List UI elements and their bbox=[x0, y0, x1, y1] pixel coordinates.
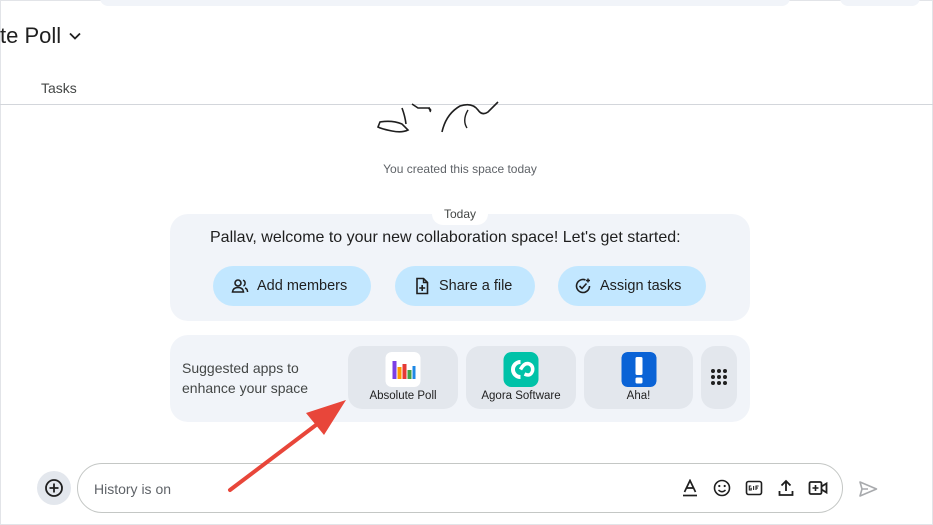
format-text-icon bbox=[683, 479, 697, 497]
welcome-message: Pallav, welcome to your new collaboratio… bbox=[210, 229, 681, 246]
app-name-absolute-poll: Absolute Poll bbox=[369, 390, 437, 402]
chevron-down-icon bbox=[69, 32, 81, 40]
top-search-strip bbox=[100, 0, 790, 6]
video-meeting-icon bbox=[808, 481, 828, 495]
assign-tasks-icon bbox=[574, 277, 592, 295]
add-circle-icon bbox=[45, 479, 63, 497]
emoji-icon bbox=[713, 479, 731, 497]
top-right-strip bbox=[840, 0, 920, 6]
add-members-icon bbox=[231, 277, 249, 295]
agora-logo bbox=[503, 352, 539, 387]
format-text-button[interactable] bbox=[679, 477, 701, 499]
message-input[interactable] bbox=[94, 479, 654, 499]
app-tile-absolute-poll[interactable]: Absolute Poll bbox=[348, 346, 458, 409]
add-members-button[interactable]: Add members bbox=[213, 266, 371, 306]
app-name-aha: Aha! bbox=[626, 390, 651, 402]
space-title-text: te Poll bbox=[0, 23, 62, 48]
space-title[interactable]: te Poll bbox=[0, 22, 81, 50]
app-name-agora-software: Agora Software bbox=[481, 390, 561, 402]
space-created-text: You created this space today bbox=[383, 162, 537, 176]
bar-chart-logo bbox=[385, 352, 421, 387]
assign-tasks-label: Assign tasks bbox=[600, 278, 682, 294]
share-file-icon bbox=[413, 277, 431, 295]
upload-button[interactable] bbox=[775, 477, 797, 499]
upload-icon bbox=[778, 479, 794, 496]
video-meeting-button[interactable] bbox=[807, 477, 829, 499]
gif-icon bbox=[745, 480, 763, 496]
share-file-button[interactable]: Share a file bbox=[395, 266, 535, 306]
app-tile-aha[interactable]: Aha! bbox=[584, 346, 693, 409]
more-apps-button[interactable] bbox=[701, 346, 737, 409]
gif-button[interactable] bbox=[743, 477, 765, 499]
add-members-label: Add members bbox=[257, 278, 348, 294]
tab-tasks[interactable]: Tasks bbox=[41, 80, 77, 96]
date-divider: Today bbox=[432, 203, 488, 225]
send-icon bbox=[859, 481, 878, 497]
app-tile-agora-software[interactable]: Agora Software bbox=[466, 346, 576, 409]
space-illustration bbox=[376, 101, 499, 133]
add-attachment-button[interactable] bbox=[37, 471, 71, 505]
share-file-label: Share a file bbox=[439, 278, 513, 294]
apps-grid-icon bbox=[711, 369, 727, 385]
assign-tasks-button[interactable]: Assign tasks bbox=[558, 266, 706, 306]
exclamation-logo bbox=[621, 352, 656, 387]
emoji-button[interactable] bbox=[711, 477, 733, 499]
send-button[interactable] bbox=[856, 477, 880, 501]
suggested-apps-label: Suggested apps to enhance your space bbox=[182, 360, 309, 396]
